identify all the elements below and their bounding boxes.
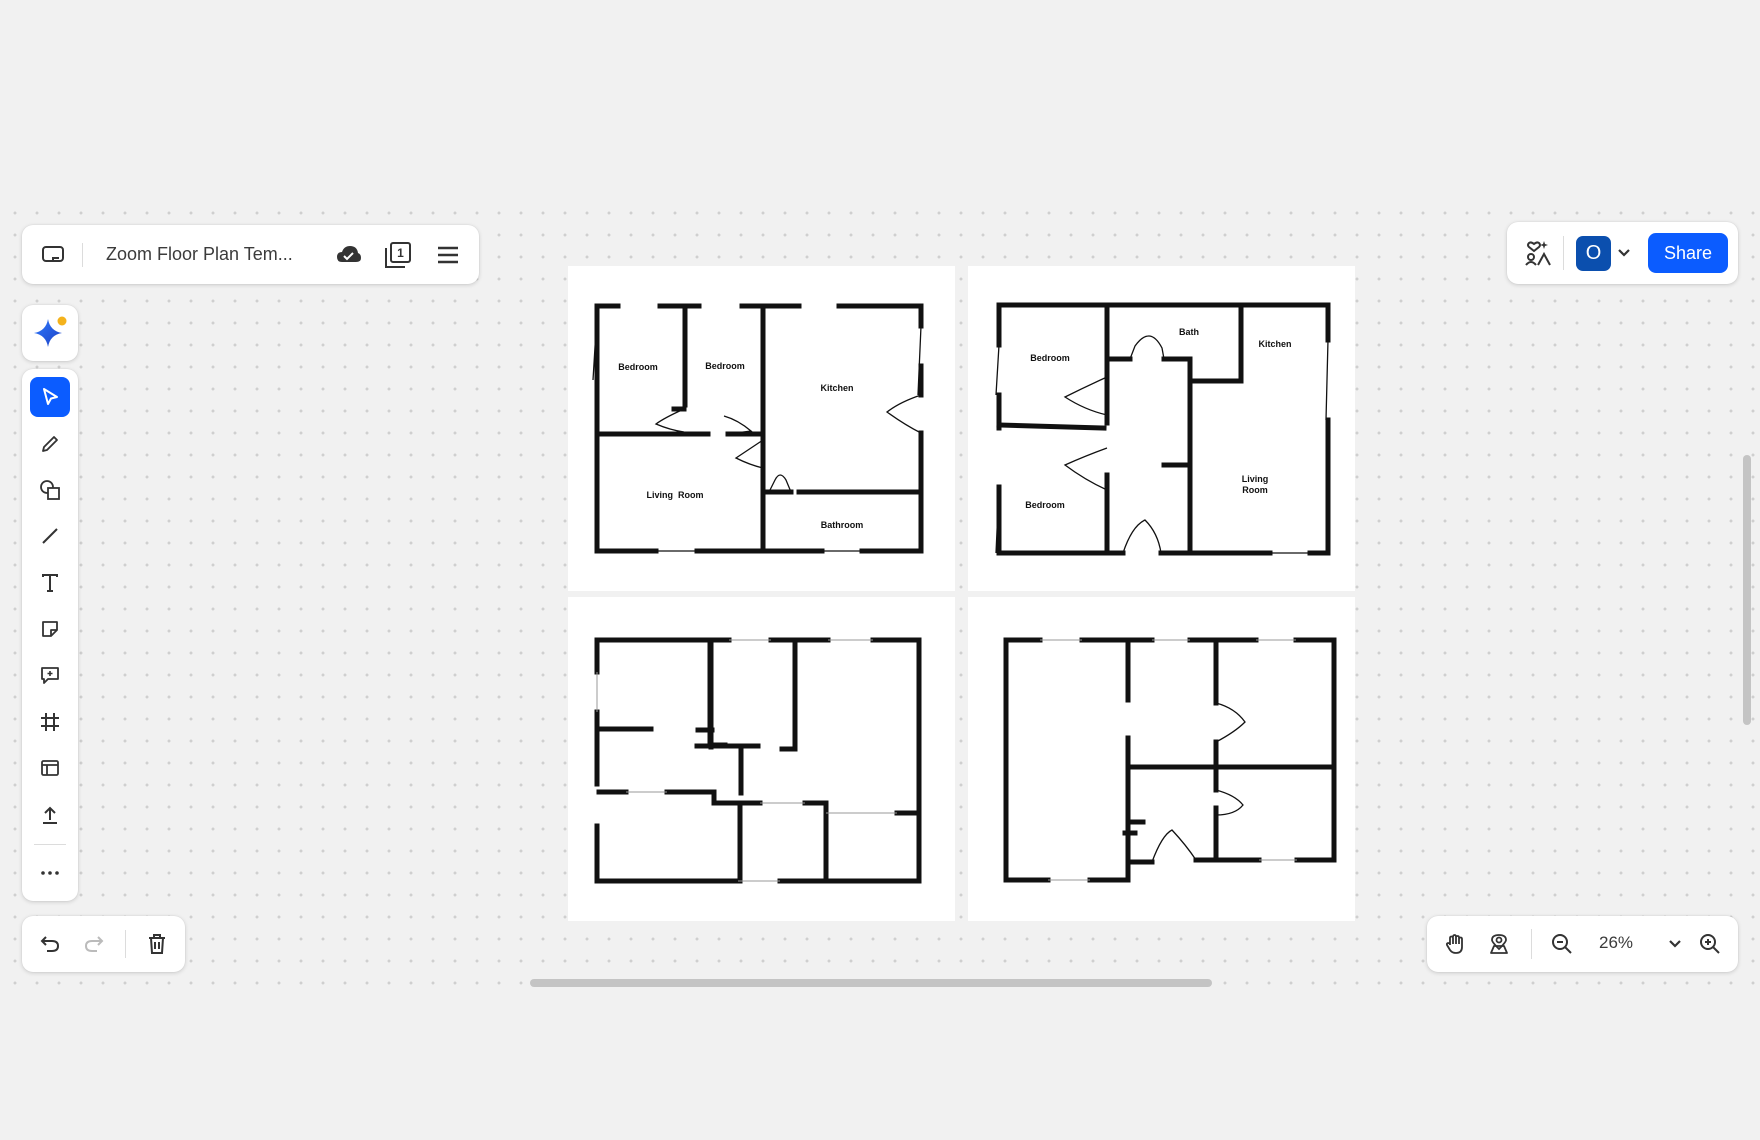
horizontal-scrollbar[interactable] (530, 979, 1212, 987)
floor-plan-4[interactable] (968, 597, 1355, 921)
zoom-level[interactable]: 26% (1599, 933, 1633, 953)
floor-plan-3[interactable] (568, 597, 955, 921)
plan1-bathroom-label: Bathroom (821, 520, 864, 530)
zoom-toolbar: 26% (1427, 916, 1738, 972)
plan2-living-label-line2: Room (1242, 485, 1268, 495)
tools-sidebar (22, 369, 78, 901)
plan2-bedroom-a-label: Bedroom (1030, 353, 1070, 363)
floor-plan-4-drawing (1003, 637, 1337, 883)
chevron-down-icon[interactable] (1613, 242, 1635, 264)
zoom-dropdown-chevron-icon[interactable] (1661, 930, 1689, 958)
sticky-note-tool[interactable] (30, 609, 70, 649)
hand-icon[interactable] (1441, 930, 1469, 958)
frame-tool[interactable] (30, 702, 70, 742)
plan2-bath-label: Bath (1179, 327, 1199, 337)
pointer-icon (43, 388, 58, 405)
select-tool[interactable] (30, 377, 70, 417)
zoom-in-icon[interactable] (1696, 930, 1724, 958)
plan1-bedroom-b-label: Bedroom (705, 361, 745, 371)
sticky-note-icon (42, 621, 58, 637)
avatar[interactable]: O (1576, 236, 1611, 271)
map-pin-icon[interactable] (1485, 930, 1513, 958)
upload-tool[interactable] (30, 795, 70, 835)
pages-count: 1 (397, 246, 404, 260)
plan1-living-label: Living Room (647, 490, 704, 500)
text-tool[interactable] (30, 563, 70, 603)
undo-icon[interactable] (36, 930, 64, 958)
floor-plan-1-drawing: Bedroom Bedroom Kitchen Living Room Bath… (592, 303, 924, 554)
ai-people-icon[interactable] (1523, 238, 1553, 268)
vertical-scrollbar[interactable] (1743, 455, 1751, 725)
board-title[interactable]: Zoom Floor Plan Tem... (106, 244, 293, 265)
upload-icon (43, 806, 57, 824)
plan1-bedroom-a-label: Bedroom (618, 362, 658, 372)
line-tool[interactable] (30, 516, 70, 556)
frame-icon (41, 713, 59, 731)
share-button[interactable]: Share (1648, 233, 1728, 273)
shapes-icon (40, 480, 60, 500)
bottom-empty-area (0, 995, 1760, 1140)
pencil-icon (42, 436, 58, 452)
plan2-kitchen-label: Kitchen (1258, 339, 1291, 349)
more-tools[interactable] (30, 853, 70, 893)
pages-icon[interactable]: 1 (382, 240, 414, 270)
hamburger-menu-icon[interactable] (434, 241, 462, 269)
shapes-tool[interactable] (30, 470, 70, 510)
plan2-living-label-line1: Living (1242, 474, 1269, 484)
tools-separator (34, 844, 66, 845)
board-header: Zoom Floor Plan Tem... 1 (22, 225, 479, 284)
collaboration-bar: O Share (1507, 222, 1738, 284)
floor-plan-2-drawing: Bedroom Bath Kitchen Bedroom Living Room (995, 302, 1331, 556)
comment-tool[interactable] (30, 655, 70, 695)
comment-icon (41, 667, 59, 684)
text-icon (42, 574, 58, 592)
ai-assistant-button[interactable] (22, 305, 78, 361)
redo-icon[interactable] (80, 930, 108, 958)
top-empty-area (0, 0, 1760, 198)
ai-sparkle-icon (34, 316, 67, 347)
board-back-icon[interactable] (40, 242, 66, 268)
history-toolbar (22, 916, 185, 972)
header-separator (82, 243, 83, 267)
trash-icon[interactable] (143, 930, 171, 958)
template-icon (41, 760, 59, 776)
history-separator (125, 930, 126, 958)
collab-separator (1563, 236, 1564, 270)
floor-plan-3-drawing (594, 637, 922, 884)
plan1-kitchen-label: Kitchen (820, 383, 853, 393)
zoom-separator (1531, 929, 1532, 959)
templates-tool[interactable] (30, 748, 70, 788)
line-icon (42, 528, 58, 544)
cloud-saved-icon[interactable] (334, 241, 362, 269)
more-icon (41, 871, 59, 875)
pen-tool[interactable] (30, 424, 70, 464)
zoom-out-icon[interactable] (1548, 930, 1576, 958)
floor-plan-2[interactable]: Bedroom Bath Kitchen Bedroom Living Room (968, 266, 1355, 591)
plan2-bedroom-b-label: Bedroom (1025, 500, 1065, 510)
floor-plan-1[interactable]: Bedroom Bedroom Kitchen Living Room Bath… (568, 266, 955, 591)
